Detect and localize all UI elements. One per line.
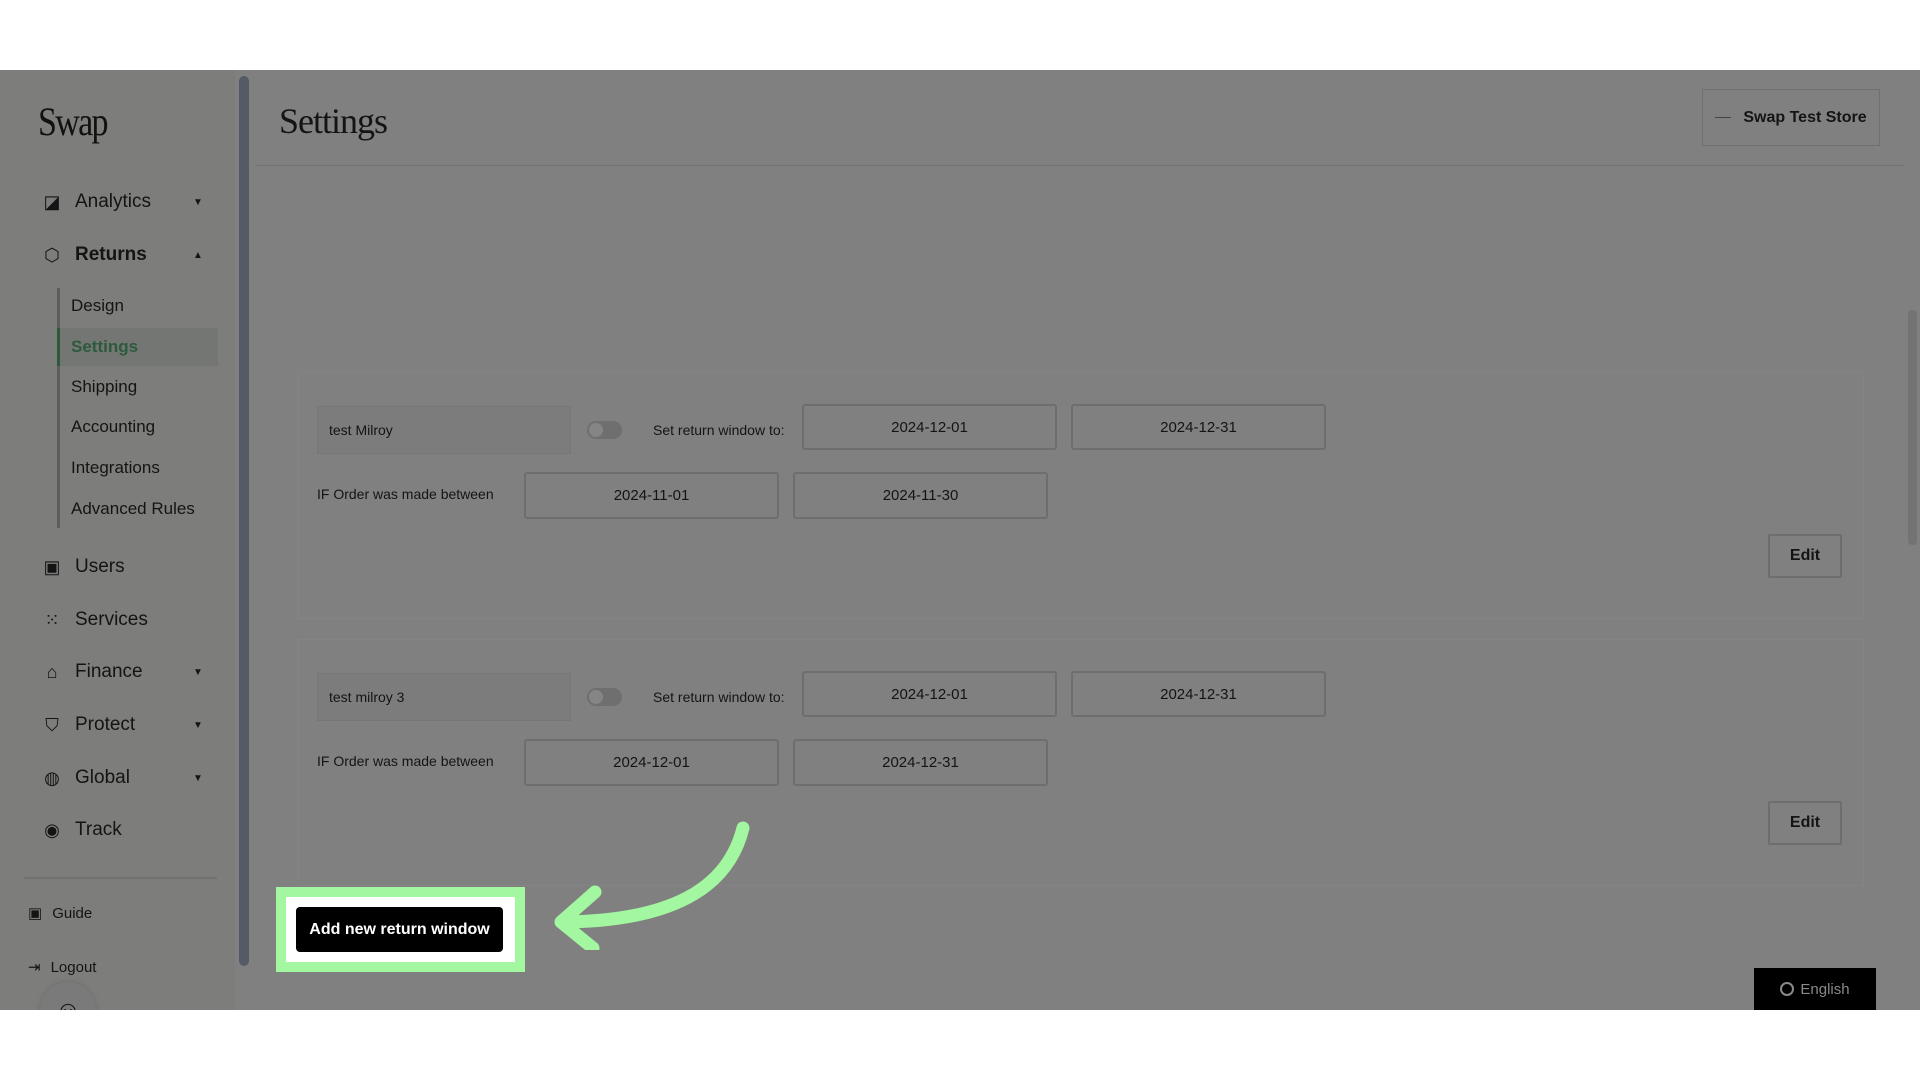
- caret-down-icon[interactable]: ▼: [193, 667, 203, 678]
- sidebar-item-returns[interactable]: ⬡ Returns ▲: [0, 235, 235, 275]
- header-divider: [255, 165, 1905, 166]
- caret-down-icon[interactable]: ▼: [193, 773, 203, 784]
- sidebar-item-finance[interactable]: ⌂ Finance ▼: [0, 652, 235, 692]
- order-end-date[interactable]: 2024-12-31: [793, 739, 1048, 786]
- rule-toggle[interactable]: [587, 688, 622, 706]
- sidebar-item-users[interactable]: ▣ Users: [0, 547, 235, 587]
- logout-link[interactable]: ⇥ Logout: [28, 958, 96, 977]
- window-end-date[interactable]: 2024-12-31: [1071, 404, 1326, 450]
- globe-icon: ◍: [44, 767, 60, 788]
- grid-icon: ⁙: [44, 609, 60, 630]
- sidebar-item-protect[interactable]: ⛉ Protect ▼: [0, 705, 235, 745]
- edit-button[interactable]: Edit: [1768, 534, 1842, 578]
- chart-icon: ◪: [43, 191, 61, 212]
- return-window-card: test milroy 3 Set return window to: 2024…: [298, 639, 1864, 886]
- support-avatar[interactable]: ☺: [40, 982, 96, 1010]
- sidebar-sub-integrations[interactable]: Integrations: [71, 449, 160, 487]
- guide-link[interactable]: ▣ Guide: [28, 904, 92, 923]
- logo: Swap: [38, 99, 108, 144]
- caret-down-icon[interactable]: ▼: [193, 720, 203, 731]
- app-frame: Swap ◪ Analytics ▼ ⬡ Returns ▲ ▣ Users ⁙…: [0, 70, 1920, 1010]
- sidebar-sub-settings[interactable]: Settings: [71, 328, 138, 366]
- page-title: Settings: [279, 101, 388, 141]
- face-icon: ☺: [54, 994, 82, 1011]
- user-icon: ▣: [43, 556, 61, 577]
- store-logo-icon: [1715, 117, 1732, 118]
- window-start-date[interactable]: 2024-12-01: [802, 404, 1057, 450]
- order-start-date[interactable]: 2024-12-01: [524, 739, 779, 786]
- sidebar-item-track[interactable]: ◉ Track: [0, 810, 235, 850]
- order-between-label: IF Order was made between: [317, 753, 494, 769]
- logout-icon: ⇥: [28, 959, 41, 976]
- rule-toggle[interactable]: [587, 421, 622, 439]
- sidebar-item-analytics[interactable]: ◪ Analytics ▼: [0, 182, 235, 222]
- sidebar-item-global[interactable]: ◍ Global ▼: [0, 758, 235, 798]
- sidebar-sub-accounting[interactable]: Accounting: [71, 408, 155, 446]
- add-return-window-button[interactable]: Add new return window: [296, 907, 503, 952]
- order-end-date[interactable]: 2024-11-30: [793, 472, 1048, 519]
- rule-name-input[interactable]: test Milroy: [317, 406, 571, 454]
- globe-icon: [1780, 982, 1795, 996]
- set-window-label: Set return window to:: [653, 689, 785, 705]
- language-selector[interactable]: English: [1754, 968, 1876, 1010]
- window-start-date[interactable]: 2024-12-01: [802, 671, 1057, 717]
- order-start-date[interactable]: 2024-11-01: [524, 472, 779, 519]
- edit-button[interactable]: Edit: [1768, 801, 1842, 845]
- set-window-label: Set return window to:: [653, 422, 785, 438]
- submenu-line: [57, 288, 60, 528]
- return-window-card: test Milroy Set return window to: 2024-1…: [298, 372, 1864, 619]
- guide-icon: ▣: [28, 905, 43, 922]
- bank-icon: ⌂: [46, 661, 58, 682]
- highlight-box: Add new return window: [276, 887, 525, 972]
- pointer-arrow-icon: [554, 821, 750, 950]
- sidebar-sub-design[interactable]: Design: [71, 287, 124, 325]
- divider: [24, 877, 217, 879]
- caret-up-icon[interactable]: ▲: [193, 250, 203, 261]
- main-scrollbar[interactable]: [1908, 310, 1917, 545]
- sidebar-item-services[interactable]: ⁙ Services: [0, 600, 235, 640]
- sidebar-sub-advanced-rules[interactable]: Advanced Rules: [71, 490, 195, 528]
- caret-down-icon[interactable]: ▼: [193, 197, 203, 208]
- store-selector[interactable]: Swap Test Store: [1702, 89, 1880, 146]
- shield-icon: ⛉: [45, 714, 59, 735]
- window-end-date[interactable]: 2024-12-31: [1071, 671, 1326, 717]
- sidebar-scrollbar[interactable]: [239, 76, 249, 966]
- sidebar-sub-shipping[interactable]: Shipping: [71, 368, 137, 406]
- track-icon: ◉: [44, 819, 60, 840]
- sidebar: Swap ◪ Analytics ▼ ⬡ Returns ▲ ▣ Users ⁙…: [0, 70, 235, 1010]
- main-content: Set return window to: IF Order was made …: [255, 70, 1920, 1010]
- box-icon: ⬡: [44, 244, 60, 265]
- rule-name-input[interactable]: test milroy 3: [317, 673, 571, 721]
- order-between-label: IF Order was made between: [317, 486, 494, 502]
